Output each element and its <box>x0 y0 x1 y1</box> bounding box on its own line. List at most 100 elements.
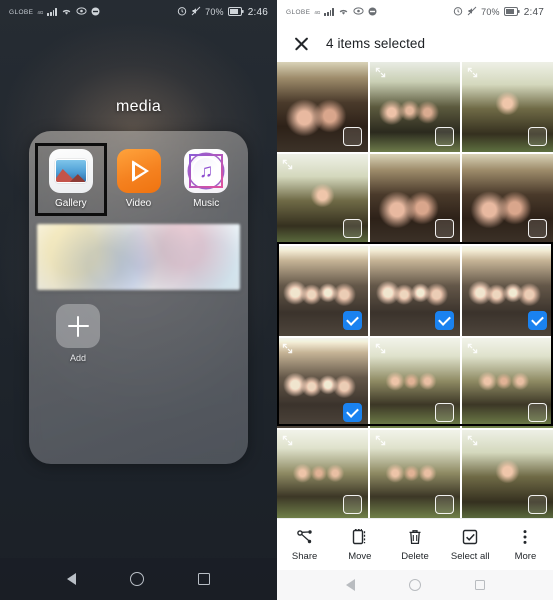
status-bar-right: GLOBE 4G 70% 2:47 <box>277 0 553 24</box>
expand-arrow-icon <box>467 67 478 78</box>
blurred-widget-preview <box>37 224 240 290</box>
signal-bars-icon-right <box>324 8 335 16</box>
mute-icon <box>191 6 201 18</box>
expand-arrow-icon <box>467 435 478 446</box>
app-video[interactable]: Video <box>105 145 173 214</box>
wifi-icon <box>61 7 72 18</box>
expand-arrow-icon <box>467 343 478 354</box>
photo-checkbox-unchecked[interactable] <box>435 495 455 514</box>
delete-label: Delete <box>401 550 429 562</box>
signal-bars-icon <box>47 8 58 16</box>
photo-checkbox-checked[interactable] <box>435 311 455 330</box>
move-button[interactable]: Move <box>332 528 387 562</box>
photo-checkbox-unchecked[interactable] <box>435 403 455 422</box>
photo-checkbox-unchecked[interactable] <box>527 127 547 146</box>
status-bar-right-left-group: GLOBE 4G <box>286 7 377 18</box>
trash-icon <box>406 528 424 547</box>
photo-cell[interactable] <box>277 246 368 336</box>
photo-cell[interactable] <box>369 246 461 336</box>
share-icon <box>296 528 314 547</box>
app-video-label: Video <box>125 198 152 209</box>
recents-icon[interactable] <box>198 573 210 585</box>
photo-cell[interactable] <box>462 62 553 152</box>
gallery-selection-panel: GLOBE 4G 70% 2:47 4 items selected Share… <box>277 0 553 600</box>
select-all-button[interactable]: Select all <box>443 528 498 562</box>
clock-label: 2:46 <box>247 6 268 18</box>
battery-icon <box>227 6 244 18</box>
photo-cell[interactable] <box>277 338 368 428</box>
delete-button[interactable]: Delete <box>387 528 442 562</box>
photo-checkbox-unchecked[interactable] <box>342 219 362 238</box>
photo-cell[interactable] <box>369 338 461 428</box>
folder-title: media <box>115 98 162 115</box>
photo-cell[interactable] <box>277 154 368 244</box>
battery-percent-label: 70% <box>205 7 224 17</box>
selection-count-label: 4 items selected <box>326 35 426 51</box>
recents-icon-right[interactable] <box>474 580 485 590</box>
select-all-icon <box>461 528 479 547</box>
photo-grid <box>277 62 553 533</box>
expand-arrow-icon <box>375 67 386 78</box>
photo-checkbox-unchecked[interactable] <box>342 495 362 514</box>
back-icon[interactable] <box>67 573 76 585</box>
expand-arrow-icon <box>282 159 293 170</box>
photo-checkbox-checked[interactable] <box>527 311 547 330</box>
select-all-label: Select all <box>450 550 490 562</box>
photo-cell[interactable] <box>462 246 553 336</box>
app-music-label: Music <box>193 198 220 209</box>
alarm-icon <box>177 6 187 18</box>
photo-cell[interactable] <box>277 430 368 520</box>
move-label: Move <box>348 550 372 562</box>
battery-icon-right <box>503 6 520 18</box>
dnd-icon-right <box>368 7 377 18</box>
photo-cell[interactable] <box>462 430 553 520</box>
close-icon[interactable] <box>293 35 310 52</box>
folder-container: Gallery Video ♫ Music Add <box>29 131 248 464</box>
photo-checkbox-unchecked[interactable] <box>527 495 547 514</box>
photo-cell[interactable] <box>369 62 461 152</box>
alarm-icon-right <box>453 6 463 18</box>
photo-cell[interactable] <box>462 338 553 428</box>
photo-checkbox-checked[interactable] <box>342 403 362 422</box>
carrier-label-right: GLOBE <box>286 8 311 16</box>
carrier-label: GLOBE <box>9 8 34 16</box>
share-label: Share <box>291 550 318 562</box>
back-icon-right[interactable] <box>345 579 355 591</box>
navigation-bar-right <box>277 570 553 600</box>
app-music[interactable]: ♫ Music <box>172 145 240 214</box>
photo-checkbox-checked[interactable] <box>342 311 362 330</box>
photo-checkbox-unchecked[interactable] <box>527 403 547 422</box>
eye-icon-right <box>353 7 364 17</box>
dual-screenshot: GLOBE 4G 70% 2:46 media Gallery Video ♫ … <box>0 0 553 600</box>
app-row: Gallery Video ♫ Music <box>29 131 248 216</box>
home-screen-folder-panel: GLOBE 4G 70% 2:46 media Gallery Video ♫ … <box>0 0 277 600</box>
network-type-label: 4G <box>37 9 44 15</box>
photo-checkbox-unchecked[interactable] <box>527 219 547 238</box>
home-icon-right[interactable] <box>408 579 421 591</box>
add-row: Add <box>29 290 248 363</box>
photo-cell[interactable] <box>462 154 553 244</box>
status-bar-left-group: GLOBE 4G <box>9 7 100 18</box>
navigation-bar-left <box>0 558 277 600</box>
photo-cell[interactable] <box>369 154 461 244</box>
action-toolbar: Share Move Delete Select all More <box>277 518 553 570</box>
home-icon[interactable] <box>130 572 144 586</box>
more-button[interactable]: More <box>498 528 553 562</box>
network-type-label-right: 4G <box>314 9 321 15</box>
photo-checkbox-unchecked[interactable] <box>435 219 455 238</box>
photo-checkbox-unchecked[interactable] <box>435 127 455 146</box>
photo-cell[interactable] <box>369 430 461 520</box>
video-play-icon <box>116 149 161 193</box>
battery-percent-label-right: 70% <box>481 7 500 17</box>
status-bar-left: GLOBE 4G 70% 2:46 <box>0 0 277 24</box>
more-label: More <box>514 550 537 562</box>
move-icon <box>351 528 369 547</box>
photo-checkbox-unchecked[interactable] <box>342 127 362 146</box>
add-app-button[interactable]: Add <box>47 304 109 363</box>
eye-icon <box>76 7 87 17</box>
selection-header: 4 items selected <box>277 24 553 62</box>
photo-cell[interactable] <box>277 62 368 152</box>
status-bar-right-right-group: 70% 2:47 <box>453 6 544 18</box>
share-button[interactable]: Share <box>277 528 332 562</box>
app-gallery[interactable]: Gallery <box>35 143 107 216</box>
